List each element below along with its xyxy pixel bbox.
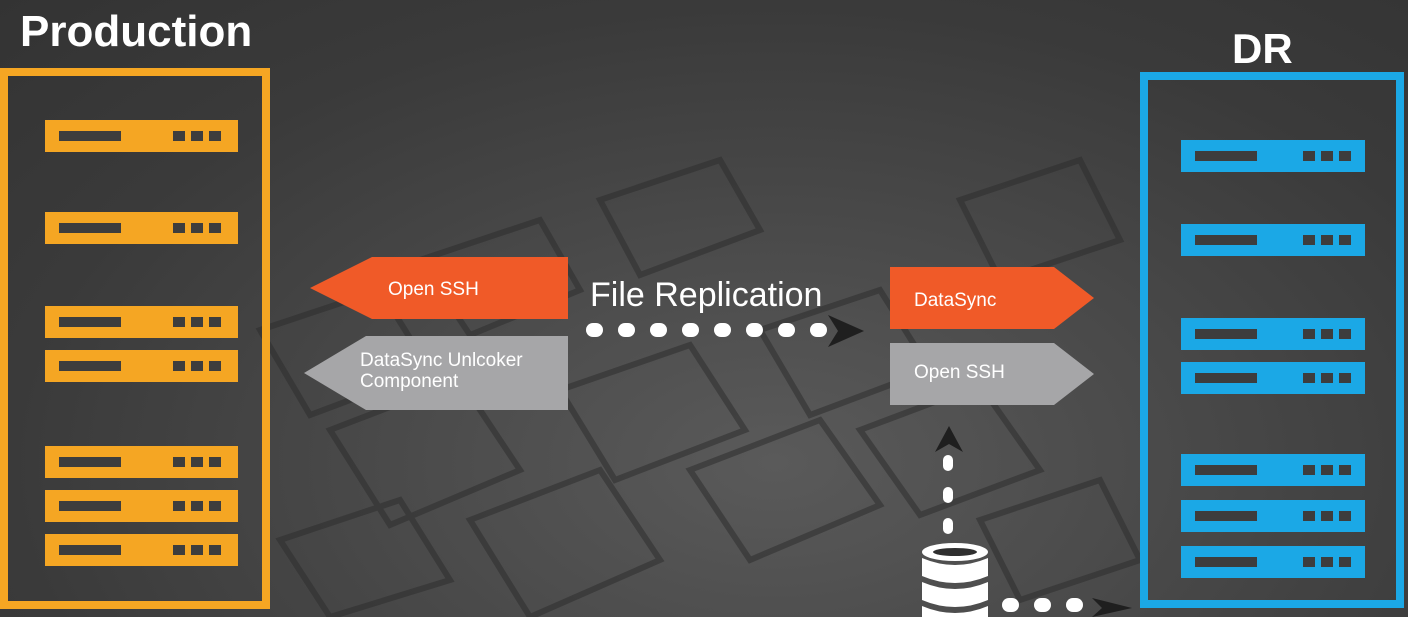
database-icon (922, 543, 988, 617)
server-unit (1181, 546, 1365, 578)
open-ssh-label-right: Open SSH (914, 362, 1005, 383)
production-title: Production (20, 7, 253, 56)
unlocker-label-line1: DataSync Unlcoker (360, 350, 523, 371)
arrow-head-right-icon (1092, 598, 1132, 617)
production-server-rack (0, 68, 270, 609)
server-unit (45, 212, 238, 244)
server-unit (45, 120, 238, 152)
server-unit (45, 534, 238, 566)
server-unit (1181, 318, 1365, 350)
unlocker-label-line2: Component (360, 371, 459, 392)
open-ssh-label-left: Open SSH (388, 279, 479, 300)
file-replication-label: File Replication (590, 276, 823, 314)
server-unit (1181, 454, 1365, 486)
arrow-head-icon (828, 315, 864, 347)
datasync-label: DataSync (914, 290, 997, 311)
server-unit (1181, 500, 1365, 532)
server-unit (45, 490, 238, 522)
server-unit (1181, 140, 1365, 172)
dr-server-rack (1140, 72, 1404, 608)
arrow-head-up-icon (935, 426, 963, 452)
server-unit (45, 350, 238, 382)
server-unit (45, 446, 238, 478)
server-unit (1181, 362, 1365, 394)
server-unit (45, 306, 238, 338)
server-unit (1181, 224, 1365, 256)
dr-title: DR (1232, 25, 1293, 72)
